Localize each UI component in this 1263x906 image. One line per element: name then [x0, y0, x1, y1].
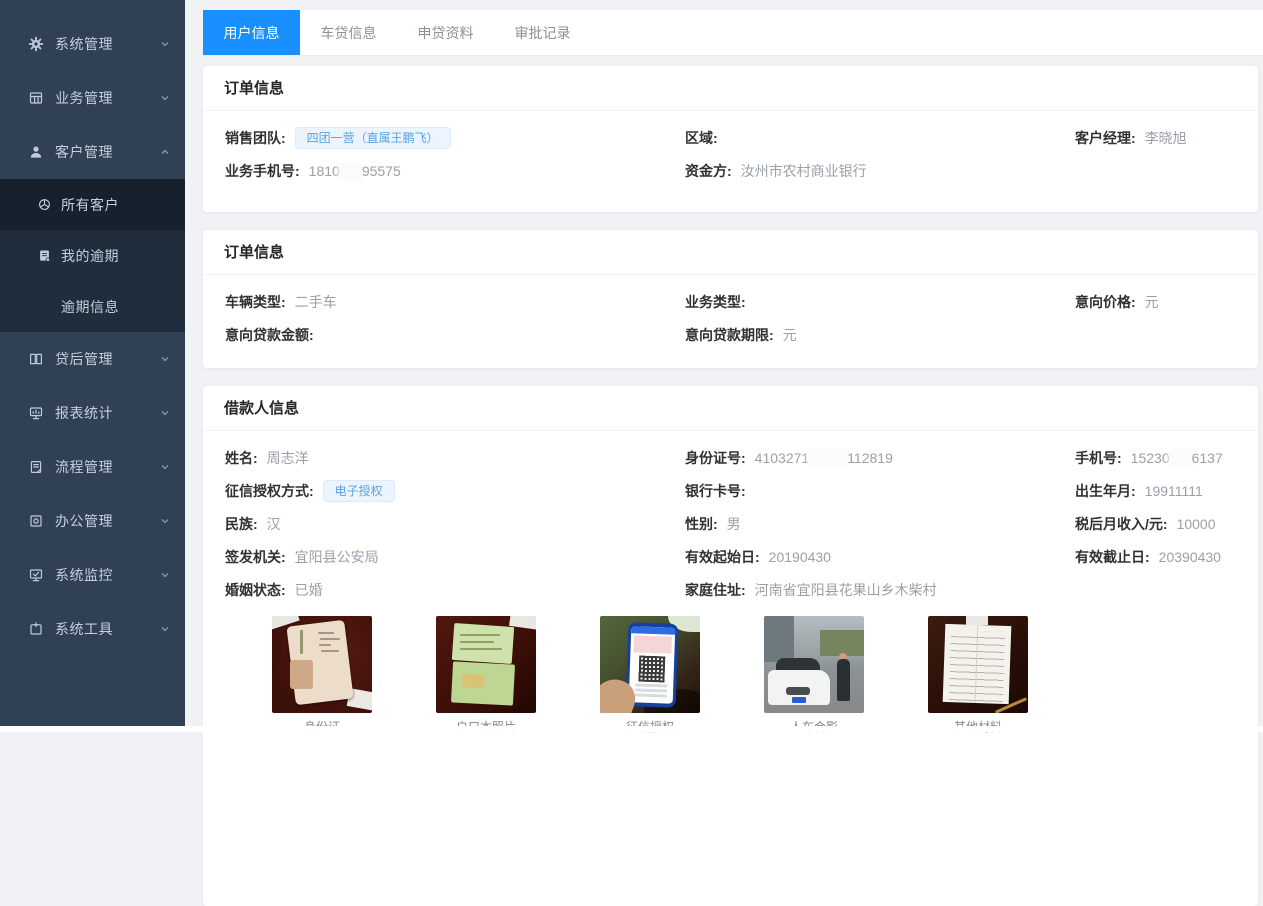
- loan-intent-card: 订单信息 车辆类型: 二手车 业务类型: 意向价格: 元 意向贷款金额:: [203, 230, 1258, 368]
- chevron-down-icon: [159, 38, 171, 50]
- report-icon: [28, 405, 44, 421]
- card-title: 借款人信息: [203, 386, 1258, 431]
- tab-user-info[interactable]: 用户信息: [203, 10, 300, 55]
- book-icon: [28, 351, 44, 367]
- sidebar-subitem-label: 逾期信息: [61, 297, 185, 317]
- sidebar-item-report-statistics[interactable]: 报表统计: [0, 386, 185, 440]
- household-register-photo[interactable]: [436, 616, 536, 713]
- sidebar-item-customer-management[interactable]: 客户管理: [0, 125, 185, 179]
- document-photo[interactable]: [928, 616, 1028, 713]
- photo-item: 其他材料: [928, 616, 1028, 735]
- field-birth-date: 出生年月: 19911111: [1075, 481, 1236, 501]
- gear-icon: [28, 36, 44, 52]
- field-account-manager: 客户经理: 李晓旭: [1075, 128, 1236, 148]
- field-intent-loan-term: 意向贷款期限: 元: [685, 325, 1075, 345]
- detail-tabbar: 用户信息 车贷信息 申贷资料 审批记录: [203, 10, 1263, 56]
- tab-loan-application-docs[interactable]: 申贷资料: [397, 10, 494, 55]
- credit-auth-qr-photo[interactable]: [600, 616, 700, 713]
- chevron-down-icon: [159, 92, 171, 104]
- sidebar-item-business-management[interactable]: 业务管理: [0, 71, 185, 125]
- user-icon: [28, 144, 44, 160]
- borrower-photos: 身份证 户口本照片: [272, 616, 1258, 735]
- photo-item: 征信授权: [600, 616, 700, 735]
- chevron-up-icon: [159, 146, 171, 158]
- id-card-photo[interactable]: [272, 616, 372, 713]
- sidebar-item-post-loan-management[interactable]: 贷后管理: [0, 332, 185, 386]
- sidebar-subitem-my-overdue[interactable]: 我的逾期: [0, 230, 185, 281]
- monitor-icon: [28, 567, 44, 583]
- chevron-down-icon: [159, 461, 171, 473]
- field-bank-card: 银行卡号:: [685, 481, 1075, 501]
- card-title: 订单信息: [203, 230, 1258, 275]
- flow-icon: [28, 459, 44, 475]
- field-vehicle-type: 车辆类型: 二手车: [225, 292, 685, 312]
- customer-management-submenu: 所有客户 我的逾期 逾期信息: [0, 179, 185, 332]
- field-mobile-phone: 手机号: 152306137: [1075, 448, 1236, 468]
- photo-item: 人车合影: [764, 616, 864, 735]
- toolbox-icon: [28, 621, 44, 637]
- chevron-down-icon: [159, 515, 171, 527]
- photo-item: 身份证: [272, 616, 372, 735]
- borrower-info-card: 借款人信息 姓名: 周志洋 身份证号: 4103271112819 手机号: 1…: [203, 386, 1258, 906]
- field-gender: 性别: 男: [685, 514, 1075, 534]
- chevron-down-icon: [159, 623, 171, 635]
- redacted-digits: [1170, 451, 1192, 466]
- bottom-strip: [0, 726, 1263, 732]
- sidebar-subitem-label: 所有客户: [61, 195, 185, 215]
- sidebar-item-system-tools[interactable]: 系统工具: [0, 602, 185, 656]
- sidebar-item-label: 贷后管理: [55, 349, 159, 369]
- sidebar-item-label: 报表统计: [55, 403, 159, 423]
- field-funder: 资金方: 汝州市农村商业银行: [685, 161, 1075, 181]
- field-issuing-authority: 签发机关: 宜阳县公安局: [225, 547, 685, 567]
- sidebar-item-label: 办公管理: [55, 511, 159, 531]
- field-valid-from: 有效起始日: 20190430: [685, 547, 1075, 567]
- field-monthly-income: 税后月收入/元: 10000: [1075, 514, 1236, 534]
- sidebar-subitem-overdue-info[interactable]: 逾期信息: [0, 281, 185, 332]
- tab-approval-records[interactable]: 审批记录: [494, 10, 591, 55]
- field-name: 姓名: 周志洋: [225, 448, 685, 468]
- chevron-down-icon: [159, 353, 171, 365]
- sidebar-subitem-label: 我的逾期: [61, 246, 185, 266]
- field-marital-status: 婚姻状态: 已婚: [225, 580, 685, 600]
- field-business-phone: 业务手机号: 181095575: [225, 161, 685, 181]
- field-id-number: 身份证号: 4103271112819: [685, 448, 1075, 468]
- redacted-digits: [809, 451, 847, 466]
- credit-auth-tag: 电子授权: [323, 480, 395, 502]
- sidebar-item-office-management[interactable]: 办公管理: [0, 494, 185, 548]
- card-title: 订单信息: [203, 66, 1258, 111]
- sidebar-item-system-management[interactable]: 系统管理: [0, 17, 185, 71]
- person-with-car-photo[interactable]: [764, 616, 864, 713]
- sidebar-item-label: 业务管理: [55, 88, 159, 108]
- field-intent-price: 意向价格: 元: [1075, 292, 1236, 312]
- sidebar-subitem-all-customers[interactable]: 所有客户: [0, 179, 185, 230]
- sidebar-item-label: 系统管理: [55, 34, 159, 54]
- sidebar-item-label: 流程管理: [55, 457, 159, 477]
- field-credit-auth-method: 征信授权方式: 电子授权: [225, 480, 685, 502]
- sidebar-item-label: 系统监控: [55, 565, 159, 585]
- sidebar-item-label: 系统工具: [55, 619, 159, 639]
- field-home-address: 家庭住址: 河南省宜阳县花果山乡木柴村: [685, 580, 1075, 600]
- field-sales-team: 销售团队: 四团一营（直属王鹏飞）: [225, 127, 685, 149]
- sidebar-item-system-monitor[interactable]: 系统监控: [0, 548, 185, 602]
- field-business-type: 业务类型:: [685, 292, 1075, 312]
- sidebar-item-label: 客户管理: [55, 142, 159, 162]
- photo-item: 户口本照片: [436, 616, 536, 735]
- tab-car-loan-info[interactable]: 车贷信息: [300, 10, 397, 55]
- sales-team-tag: 四团一营（直属王鹏飞）: [295, 127, 451, 149]
- main-content: 用户信息 车贷信息 申贷资料 审批记录 订单信息 销售团队: 四团一营（直属王鹏…: [185, 0, 1263, 732]
- office-icon: [28, 513, 44, 529]
- chevron-down-icon: [159, 407, 171, 419]
- field-intent-loan-amount: 意向贷款金额:: [225, 325, 685, 345]
- field-region: 区域:: [685, 128, 1075, 148]
- redacted-digits: [340, 164, 362, 179]
- field-valid-to: 有效截止日: 20390430: [1075, 547, 1236, 567]
- chevron-down-icon: [159, 569, 171, 581]
- grid-icon: [28, 90, 44, 106]
- order-info-card: 订单信息 销售团队: 四团一营（直属王鹏飞） 区域: 客户经理: 李晓旭 业务手: [203, 66, 1258, 212]
- pie-icon: [37, 197, 52, 212]
- sidebar: 系统管理 业务管理 客户管理 所有客户 我的逾期 逾期信息: [0, 0, 185, 726]
- sidebar-item-process-management[interactable]: 流程管理: [0, 440, 185, 494]
- notebook-icon: [37, 248, 52, 263]
- field-ethnicity: 民族: 汉: [225, 514, 685, 534]
